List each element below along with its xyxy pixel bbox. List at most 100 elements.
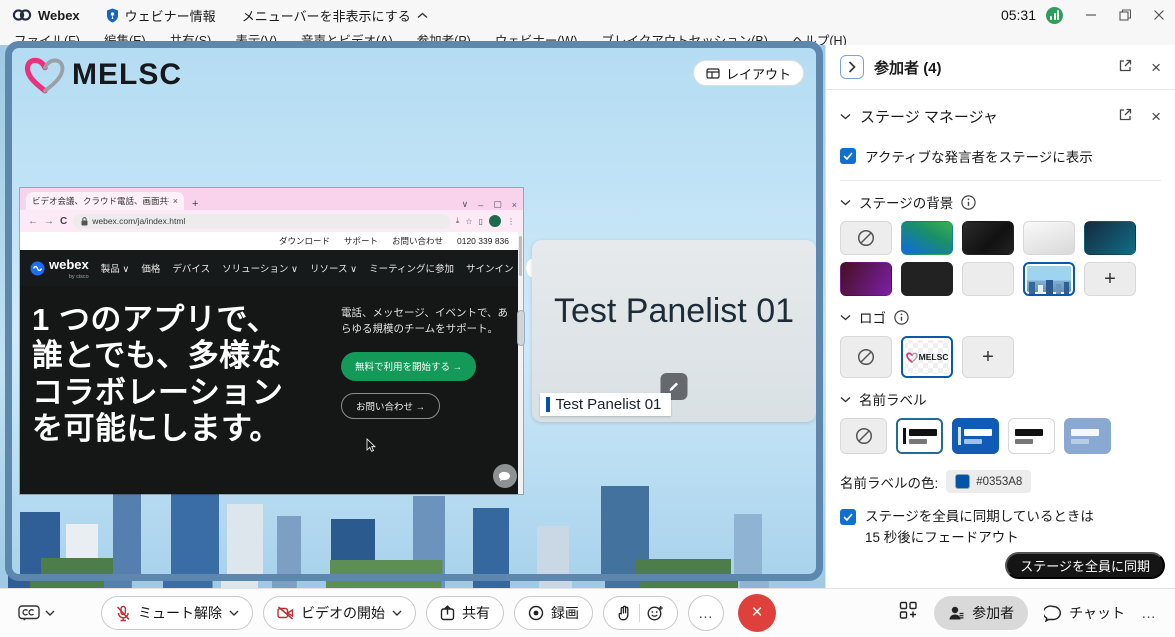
participants-close-button[interactable]: × xyxy=(1151,59,1161,76)
site-nav-solutions[interactable]: ソリューション ∨ xyxy=(222,261,298,275)
browser-profile-avatar[interactable] xyxy=(489,215,501,227)
add-logo-button[interactable]: + xyxy=(962,336,1014,378)
window-restore-button[interactable] xyxy=(1119,9,1131,21)
chevron-down-icon[interactable] xyxy=(840,199,851,206)
site-nav-signin[interactable]: サインイン xyxy=(466,261,514,275)
name-label-color-label: 名前ラベルの色: xyxy=(840,472,938,492)
browser-forward-icon[interactable]: → xyxy=(44,216,54,227)
browser-sidepanel-icon[interactable]: ▯ xyxy=(479,217,483,226)
sync-stage-button[interactable]: ステージを全員に同期 xyxy=(1005,552,1165,579)
more-panels-button[interactable]: … xyxy=(1141,605,1157,622)
browser-minimize-icon[interactable]: – xyxy=(478,200,483,210)
browser-reload-icon[interactable]: C xyxy=(60,216,67,227)
utility-link-phone[interactable]: 0120 339 836 xyxy=(457,236,509,246)
background-teal-gradient-option[interactable] xyxy=(1084,221,1136,255)
start-video-button[interactable]: ビデオの開始 xyxy=(263,596,416,630)
titlebar: Webex ウェビナー情報 メニューバーを非表示にする 05:31 xyxy=(0,0,1175,30)
logo-melsc-option-selected[interactable]: MELSC xyxy=(901,336,953,378)
sync-fadeout-checkbox[interactable] xyxy=(840,509,856,525)
browser-scrollbar[interactable] xyxy=(518,232,523,494)
leave-meeting-button[interactable]: × xyxy=(738,594,776,632)
background-none-option[interactable] xyxy=(840,221,892,255)
browser-dropdown-icon[interactable]: ∨ xyxy=(462,199,469,210)
participants-popout-button[interactable] xyxy=(1118,58,1133,76)
window-close-button[interactable] xyxy=(1153,9,1165,21)
unmute-button[interactable]: ミュート解除 xyxy=(101,596,253,630)
background-silver-option[interactable] xyxy=(1023,221,1075,255)
site-nav-join-meeting[interactable]: ミーティングに参加 xyxy=(369,261,454,275)
name-label-none-option[interactable] xyxy=(840,418,887,454)
participants-header: 参加者 (4) × xyxy=(826,45,1175,90)
sync-fadeout-label-line1: ステージを全員に同期しているときは xyxy=(865,509,1094,524)
browser-back-icon[interactable]: ← xyxy=(28,216,38,227)
active-speaker-checkbox[interactable] xyxy=(840,148,856,164)
logo-melsc-text: MELSC xyxy=(919,352,949,362)
name-label-accent-bar xyxy=(546,397,550,412)
layout-button[interactable]: レイアウト xyxy=(693,60,804,86)
url-field[interactable]: webex.com/ja/index.html xyxy=(73,214,450,229)
panelist-video-tile[interactable]: Test Panelist 01 Test Panelist 01 xyxy=(532,240,816,422)
browser-close-icon[interactable]: × xyxy=(512,200,517,210)
hide-menubar-button[interactable]: メニューバーを非表示にする xyxy=(242,6,428,25)
hero-secondary-cta[interactable]: お問い合わせ → xyxy=(341,393,440,419)
chat-toggle-button[interactable]: チャット xyxy=(1044,603,1125,623)
color-swatch xyxy=(955,474,970,489)
name-label-style1-option-selected[interactable] xyxy=(896,418,943,454)
site-chat-widget-button[interactable] xyxy=(493,464,517,488)
shared-screen: ビデオ会議、クラウド電話、画面共有 × + ∨ – ▢ × ← → xyxy=(20,188,523,494)
background-light-option[interactable] xyxy=(962,262,1014,296)
utility-link-contact[interactable]: お問い合わせ xyxy=(392,235,443,247)
check-icon xyxy=(843,513,853,521)
melsc-heart-icon xyxy=(906,352,918,363)
info-icon[interactable] xyxy=(894,310,909,325)
name-label-style4-option[interactable] xyxy=(1064,418,1111,454)
webinar-info-button[interactable]: ウェビナー情報 xyxy=(106,6,216,25)
background-green-gradient-option[interactable] xyxy=(901,221,953,255)
browser-download-icon[interactable]: ⤓ xyxy=(456,216,460,226)
hero-subtext: 電話、メッセージ、イベントで、あらゆる規模のチームをサポート。 xyxy=(341,306,513,338)
browser-bookmark-icon[interactable]: ☆ xyxy=(465,217,472,226)
chevron-down-icon[interactable] xyxy=(840,113,851,120)
site-nav-resources[interactable]: リソース ∨ xyxy=(310,261,357,275)
reactions-button[interactable] xyxy=(603,596,678,630)
add-background-button[interactable]: + xyxy=(1084,262,1136,296)
logo-none-option[interactable] xyxy=(840,336,892,378)
background-dark-option[interactable] xyxy=(962,221,1014,255)
site-nav-devices[interactable]: デバイス xyxy=(172,261,210,275)
browser-restore-icon[interactable]: ▢ xyxy=(493,199,502,210)
name-label-style3-option[interactable] xyxy=(1008,418,1055,454)
tab-close-icon[interactable]: × xyxy=(173,196,178,206)
browser-tabbar: ビデオ会議、クラウド電話、画面共有 × + ∨ – ▢ × xyxy=(20,188,523,210)
name-label-color-picker[interactable]: #0353A8 xyxy=(946,470,1031,493)
site-nav-products[interactable]: 製品 ∨ xyxy=(101,261,130,275)
stage-divider-handle[interactable] xyxy=(517,310,525,346)
utility-link-download[interactable]: ダウンロード xyxy=(279,235,330,247)
record-button[interactable]: 録画 xyxy=(514,596,593,630)
hero-primary-cta[interactable]: 無料で利用を開始する → xyxy=(341,352,476,381)
chevron-down-icon[interactable] xyxy=(840,396,851,403)
participants-toggle-button[interactable]: 参加者 xyxy=(934,596,1028,630)
share-button[interactable]: 共有 xyxy=(426,596,504,630)
collapse-panel-button[interactable] xyxy=(840,55,864,79)
background-black-option[interactable] xyxy=(901,262,953,296)
stage-manager-popout-button[interactable] xyxy=(1118,107,1133,125)
browser-tab[interactable]: ビデオ会議、クラウド電話、画面共有 × xyxy=(26,192,184,210)
close-icon: × xyxy=(751,602,762,624)
utility-link-support[interactable]: サポート xyxy=(344,235,378,247)
chevron-down-icon[interactable] xyxy=(840,314,851,321)
stage-manager-close-button[interactable]: × xyxy=(1151,108,1161,125)
more-options-button[interactable]: … xyxy=(688,595,724,631)
background-city-option-selected[interactable] xyxy=(1023,262,1075,296)
chevron-up-icon xyxy=(417,12,428,19)
captions-button[interactable] xyxy=(18,605,55,622)
browser-menu-icon[interactable]: ⋮ xyxy=(507,217,515,226)
active-speaker-label: アクティブな発言者をステージに表示 xyxy=(865,146,1093,166)
apps-button[interactable] xyxy=(899,601,918,625)
new-tab-button[interactable]: + xyxy=(192,198,198,210)
site-nav-pricing[interactable]: 価格 xyxy=(141,261,160,275)
connection-quality-icon[interactable] xyxy=(1046,7,1063,24)
info-icon[interactable] xyxy=(961,195,976,210)
name-label-style2-option[interactable] xyxy=(952,418,999,454)
window-minimize-button[interactable] xyxy=(1085,9,1097,21)
background-purple-gradient-option[interactable] xyxy=(840,262,892,296)
